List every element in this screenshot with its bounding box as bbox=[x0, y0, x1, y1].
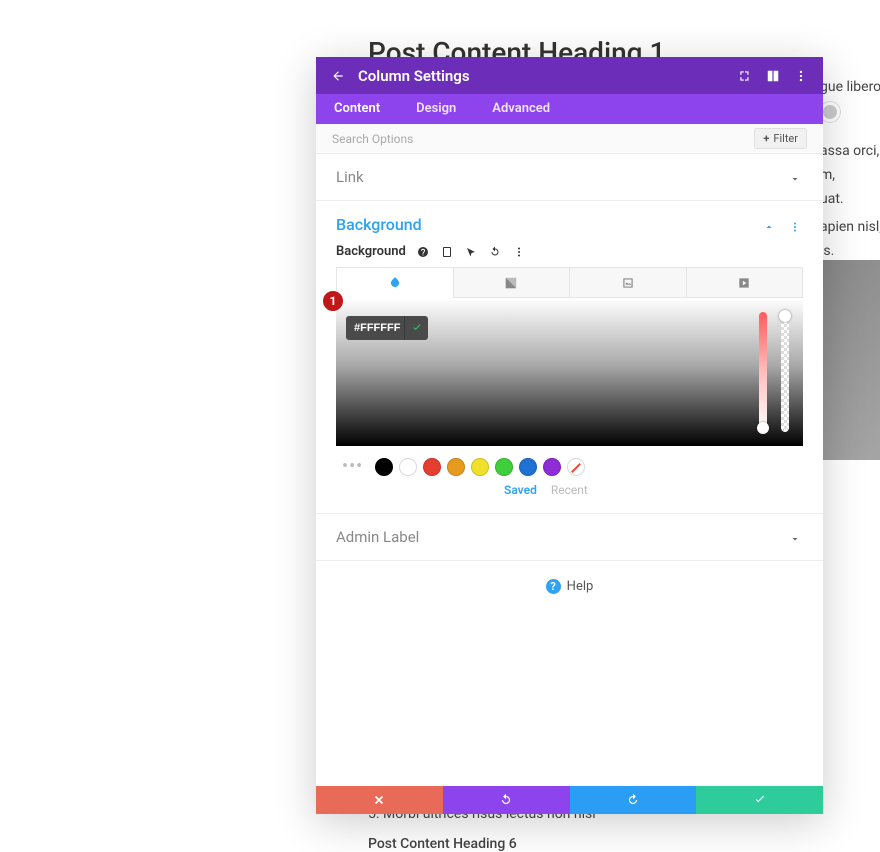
filter-label: Filter bbox=[773, 132, 798, 145]
plus-icon: + bbox=[763, 132, 769, 145]
swatch-none[interactable] bbox=[567, 458, 585, 476]
alpha-slider[interactable] bbox=[781, 312, 789, 432]
search-row: Search Options + Filter bbox=[316, 124, 823, 154]
chevron-down-icon bbox=[789, 530, 803, 544]
swatch-tabs: Saved Recent bbox=[336, 481, 803, 509]
hue-slider[interactable] bbox=[759, 312, 767, 432]
hex-input[interactable] bbox=[354, 322, 404, 334]
swatch-tab-saved[interactable]: Saved bbox=[504, 483, 537, 497]
alpha-slider-knob[interactable] bbox=[779, 310, 791, 322]
background-field-label: Background bbox=[336, 244, 406, 259]
swatch[interactable] bbox=[423, 458, 441, 476]
bg-tab-video[interactable] bbox=[687, 268, 804, 298]
section-admin-label[interactable]: Admin Label bbox=[316, 514, 823, 561]
swatch-row: ••• bbox=[336, 446, 803, 481]
modal-header: Column Settings bbox=[316, 57, 823, 94]
bg-text-fragment: apien nisl, te is. bbox=[820, 216, 880, 264]
annotation-badge: 1 bbox=[322, 290, 344, 312]
cancel-button[interactable] bbox=[316, 786, 443, 814]
search-input[interactable]: Search Options bbox=[332, 132, 413, 146]
tablet-icon[interactable] bbox=[440, 245, 454, 259]
section-link[interactable]: Link bbox=[316, 154, 823, 201]
bg-tab-color[interactable] bbox=[337, 268, 454, 298]
expand-icon[interactable] bbox=[737, 68, 753, 84]
modal-footer bbox=[316, 786, 823, 814]
column-settings-modal: Column Settings Content Design Advanced … bbox=[316, 57, 823, 814]
tab-advanced[interactable]: Advanced bbox=[492, 94, 550, 124]
swatch[interactable] bbox=[375, 458, 393, 476]
section-background: Background Background bbox=[316, 201, 823, 514]
sections: Link Background Background bbox=[316, 154, 823, 786]
swatch[interactable] bbox=[447, 458, 465, 476]
hue-slider-knob[interactable] bbox=[757, 422, 769, 434]
bg-tab-image[interactable] bbox=[570, 268, 687, 298]
hex-input-pill bbox=[346, 316, 428, 340]
section-link-label: Link bbox=[336, 168, 364, 186]
bg-text-fragment: assa orci, vi m, uat. bbox=[820, 140, 880, 211]
background-type-tabs bbox=[336, 267, 803, 298]
swatch-tab-recent[interactable]: Recent bbox=[551, 483, 588, 497]
section-admin-label-text: Admin Label bbox=[336, 528, 419, 546]
swatch[interactable] bbox=[471, 458, 489, 476]
help-row[interactable]: ? Help bbox=[316, 561, 823, 612]
swatch[interactable] bbox=[495, 458, 513, 476]
swatch[interactable] bbox=[543, 458, 561, 476]
help-label: Help bbox=[567, 579, 594, 594]
more-icon[interactable] bbox=[793, 68, 809, 84]
chevron-up-icon[interactable] bbox=[763, 218, 777, 232]
bg-text-fragment: gue libero, n bbox=[820, 76, 880, 100]
swatch[interactable] bbox=[399, 458, 417, 476]
section-more-icon[interactable] bbox=[789, 218, 803, 232]
back-icon[interactable] bbox=[330, 68, 346, 84]
redo-button[interactable] bbox=[570, 786, 697, 814]
snap-icon[interactable] bbox=[765, 68, 781, 84]
color-picker[interactable]: 1 bbox=[336, 298, 803, 446]
help-circle-icon: ? bbox=[546, 579, 561, 594]
tab-design[interactable]: Design bbox=[416, 94, 456, 124]
swatch-more-icon[interactable]: ••• bbox=[336, 456, 369, 477]
reset-icon[interactable] bbox=[488, 245, 502, 259]
field-more-icon[interactable] bbox=[512, 245, 526, 259]
filter-button[interactable]: + Filter bbox=[754, 128, 807, 149]
chevron-down-icon bbox=[789, 170, 803, 184]
bg-heading6: Post Content Heading 6 bbox=[368, 836, 517, 852]
swatch[interactable] bbox=[519, 458, 537, 476]
bg-graphic bbox=[820, 260, 880, 460]
undo-button[interactable] bbox=[443, 786, 570, 814]
background-field-label-row: Background bbox=[336, 244, 803, 259]
modal-title: Column Settings bbox=[358, 67, 725, 85]
help-icon[interactable] bbox=[416, 245, 430, 259]
section-background-title[interactable]: Background bbox=[336, 215, 422, 234]
tab-content[interactable]: Content bbox=[334, 94, 380, 124]
hex-confirm-button[interactable] bbox=[404, 316, 428, 340]
save-button[interactable] bbox=[696, 786, 823, 814]
bg-badge-icon bbox=[820, 102, 840, 122]
bg-tab-gradient[interactable] bbox=[454, 268, 571, 298]
hover-icon[interactable] bbox=[464, 245, 478, 259]
modal-tabs: Content Design Advanced bbox=[316, 94, 823, 124]
